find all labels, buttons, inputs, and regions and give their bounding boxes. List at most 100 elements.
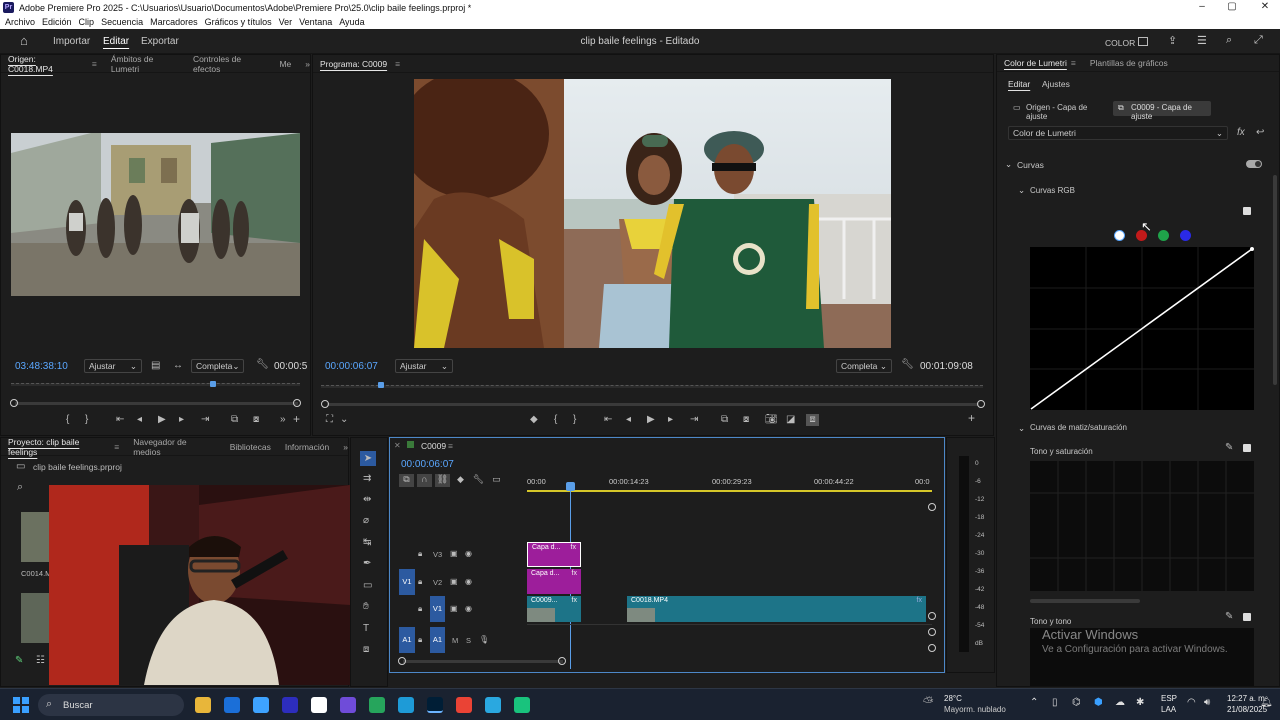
search-icon[interactable]: ⌕ <box>1226 34 1232 47</box>
program-mark-out-icon[interactable]: } <box>573 415 576 425</box>
effect-dropdown[interactable]: Color de Lumetri ⌄ <box>1008 126 1228 140</box>
source-fit-dropdown[interactable]: Ajustar ⌄ <box>84 359 142 373</box>
copilot-icon[interactable] <box>282 697 298 713</box>
settings-icon[interactable]: ⛶ <box>326 415 333 425</box>
ripple-edit-tool-icon[interactable]: ⇹ <box>363 495 371 505</box>
program-play-icon[interactable]: ▶ <box>647 415 655 425</box>
track-v1-label[interactable]: V1 <box>430 596 445 622</box>
snap-icon[interactable]: ∩ <box>417 474 432 487</box>
curves-chevron-icon[interactable]: ⌄ <box>1005 159 1012 170</box>
luma-channel-dot[interactable] <box>1114 230 1125 241</box>
language-primary[interactable]: ESP <box>1161 694 1177 703</box>
premiere-icon[interactable] <box>427 697 443 713</box>
program-mark-in-icon[interactable]: { <box>554 415 557 425</box>
clip-adjustment-v2[interactable]: Capa d... fx <box>527 569 581 594</box>
eye-icon[interactable]: ◉ <box>465 604 472 614</box>
program-zoom-right-handle[interactable] <box>977 400 985 408</box>
hand-tool-icon[interactable]: ✋︎ <box>363 602 369 612</box>
zoom-left-handle[interactable] <box>398 657 406 665</box>
mark-in-icon[interactable]: { <box>66 415 69 425</box>
rectangle-tool-icon[interactable]: ▭ <box>363 581 372 591</box>
workspace-label[interactable]: COLOR <box>1105 38 1135 48</box>
weather-icon[interactable]: ⛅︎ <box>923 694 933 710</box>
hue-sat-curves-header[interactable]: Curvas de matiz/saturación <box>1030 423 1127 432</box>
vertical-scroll-bottom[interactable] <box>928 612 936 620</box>
audio-scroll-bottom[interactable] <box>928 644 936 652</box>
minimize-button[interactable]: – <box>1187 0 1217 15</box>
clip-c0009-v1[interactable]: C0009... fx <box>527 596 581 622</box>
tab-info[interactable]: Información <box>285 442 329 452</box>
timeline-tab-menu-icon[interactable]: ≡ <box>448 441 453 451</box>
target-clip-button[interactable]: ⧉ C0009 - Capa de ajuste <box>1113 101 1211 121</box>
menu-clip[interactable]: Clip <box>79 17 95 27</box>
taskview-icon[interactable] <box>224 697 240 713</box>
rgb-curves-header[interactable]: Curvas RGB <box>1030 186 1075 195</box>
windows-start-icon[interactable] <box>13 697 29 713</box>
export-frame-icon[interactable]: 📷︎ <box>765 415 778 425</box>
subtab-adjustments[interactable]: Ajustes <box>1042 79 1070 89</box>
play-icon[interactable]: ▶ <box>158 415 166 425</box>
tray-chevron-icon[interactable]: ⌃ <box>1030 697 1038 708</box>
go-to-in-icon[interactable]: ⇤ <box>116 415 124 425</box>
program-step-back-icon[interactable]: ◂ <box>626 415 631 425</box>
wrench-icon[interactable]: 🔧︎ <box>256 360 269 370</box>
curves-toggle[interactable] <box>1246 160 1262 168</box>
program-add-button-icon[interactable]: + <box>968 412 975 424</box>
source-playhead[interactable] <box>210 381 217 387</box>
program-timecode[interactable]: 00:00:06:07 <box>325 361 378 372</box>
tab-media-browser[interactable]: Navegador de medios <box>133 437 216 457</box>
lumetri-scrollbar[interactable] <box>1273 175 1277 385</box>
more-tabs-icon[interactable]: » <box>305 59 310 69</box>
program-fit-dropdown[interactable]: Ajustar ⌄ <box>395 359 453 373</box>
menu-ver[interactable]: Ver <box>279 17 293 27</box>
safe-margins-icon[interactable]: ▤ <box>151 361 160 371</box>
comparison-view-icon[interactable]: ◪ <box>786 415 795 425</box>
maximize-button[interactable]: ▢ <box>1217 0 1247 15</box>
tab-lumetri-scopes[interactable]: Ámbitos de Lumetri <box>111 54 179 74</box>
generative-extend-icon[interactable]: ⧈ <box>363 645 369 655</box>
program-step-forward-icon[interactable]: ▸ <box>668 415 673 425</box>
lightroom-icon[interactable] <box>398 697 414 713</box>
file-icon[interactable] <box>253 697 269 713</box>
share-icon[interactable]: ⇪ <box>1168 34 1177 47</box>
menu-archivo[interactable]: Archivo <box>5 17 35 27</box>
tab-program[interactable]: Programa: C0009 <box>320 59 387 69</box>
steam-icon[interactable] <box>514 697 530 713</box>
curves-section-header[interactable]: Curvas <box>1017 160 1044 170</box>
tab-lumetri-color[interactable]: Color de Lumetri <box>1004 58 1067 68</box>
project-search-icon[interactable]: ⌕ <box>17 482 23 493</box>
add-button-icon[interactable]: + <box>293 413 300 425</box>
add-marker-icon[interactable]: ◆ <box>530 415 538 425</box>
pencil-icon[interactable]: ✎ <box>15 656 23 666</box>
lock-icon[interactable]: 🔒︎ <box>418 549 422 559</box>
source-patch-v1[interactable]: V1 <box>399 569 415 595</box>
step-back-icon[interactable]: ◂ <box>137 415 142 425</box>
source-quality-dropdown[interactable]: Completa ⌄ <box>191 359 244 373</box>
blue-channel-dot[interactable] <box>1180 230 1191 241</box>
source-patch-a1[interactable]: A1 <box>399 627 415 653</box>
green-channel-dot[interactable] <box>1158 230 1169 241</box>
track-select-tool-icon[interactable]: ⇉ <box>363 474 371 484</box>
project-tab-menu-icon[interactable]: ≡ <box>114 442 119 452</box>
lock-icon[interactable]: 🔒︎ <box>418 577 422 587</box>
tab-effect-controls[interactable]: Controles de efectos <box>193 54 266 74</box>
program-wrench-icon[interactable]: 🔧︎ <box>901 360 914 370</box>
subtab-edit[interactable]: Editar <box>1008 79 1030 89</box>
chrome-icon[interactable] <box>485 697 501 713</box>
vertical-scroll-top[interactable] <box>928 503 936 511</box>
home-icon[interactable]: ⌂ <box>20 33 28 48</box>
audio-scroll-top[interactable] <box>928 628 936 636</box>
timeline-settings-icon[interactable]: 🔧︎ <box>471 474 486 487</box>
track-a1-label[interactable]: A1 <box>430 627 445 653</box>
program-ruler[interactable] <box>321 385 983 388</box>
taskbar-search-box[interactable]: ⌕ Buscar <box>38 694 184 716</box>
network-tray-icon[interactable]: ⌬ <box>1072 697 1081 708</box>
linked-selection-icon[interactable]: ⛓︎ <box>435 474 450 487</box>
workspaces-icon[interactable] <box>1138 37 1148 46</box>
project-thumbnail-1[interactable] <box>21 512 51 562</box>
wifi-icon[interactable]: ◠ <box>1187 697 1196 708</box>
nest-toggle-icon[interactable]: ⧉ <box>399 474 414 487</box>
sync-lock-icon[interactable]: ▣ <box>450 577 458 587</box>
cloud-icon[interactable]: ☁︎ <box>1115 697 1125 708</box>
source-clip-button[interactable]: ▭ Origen - Capa de ajuste <box>1008 101 1105 121</box>
